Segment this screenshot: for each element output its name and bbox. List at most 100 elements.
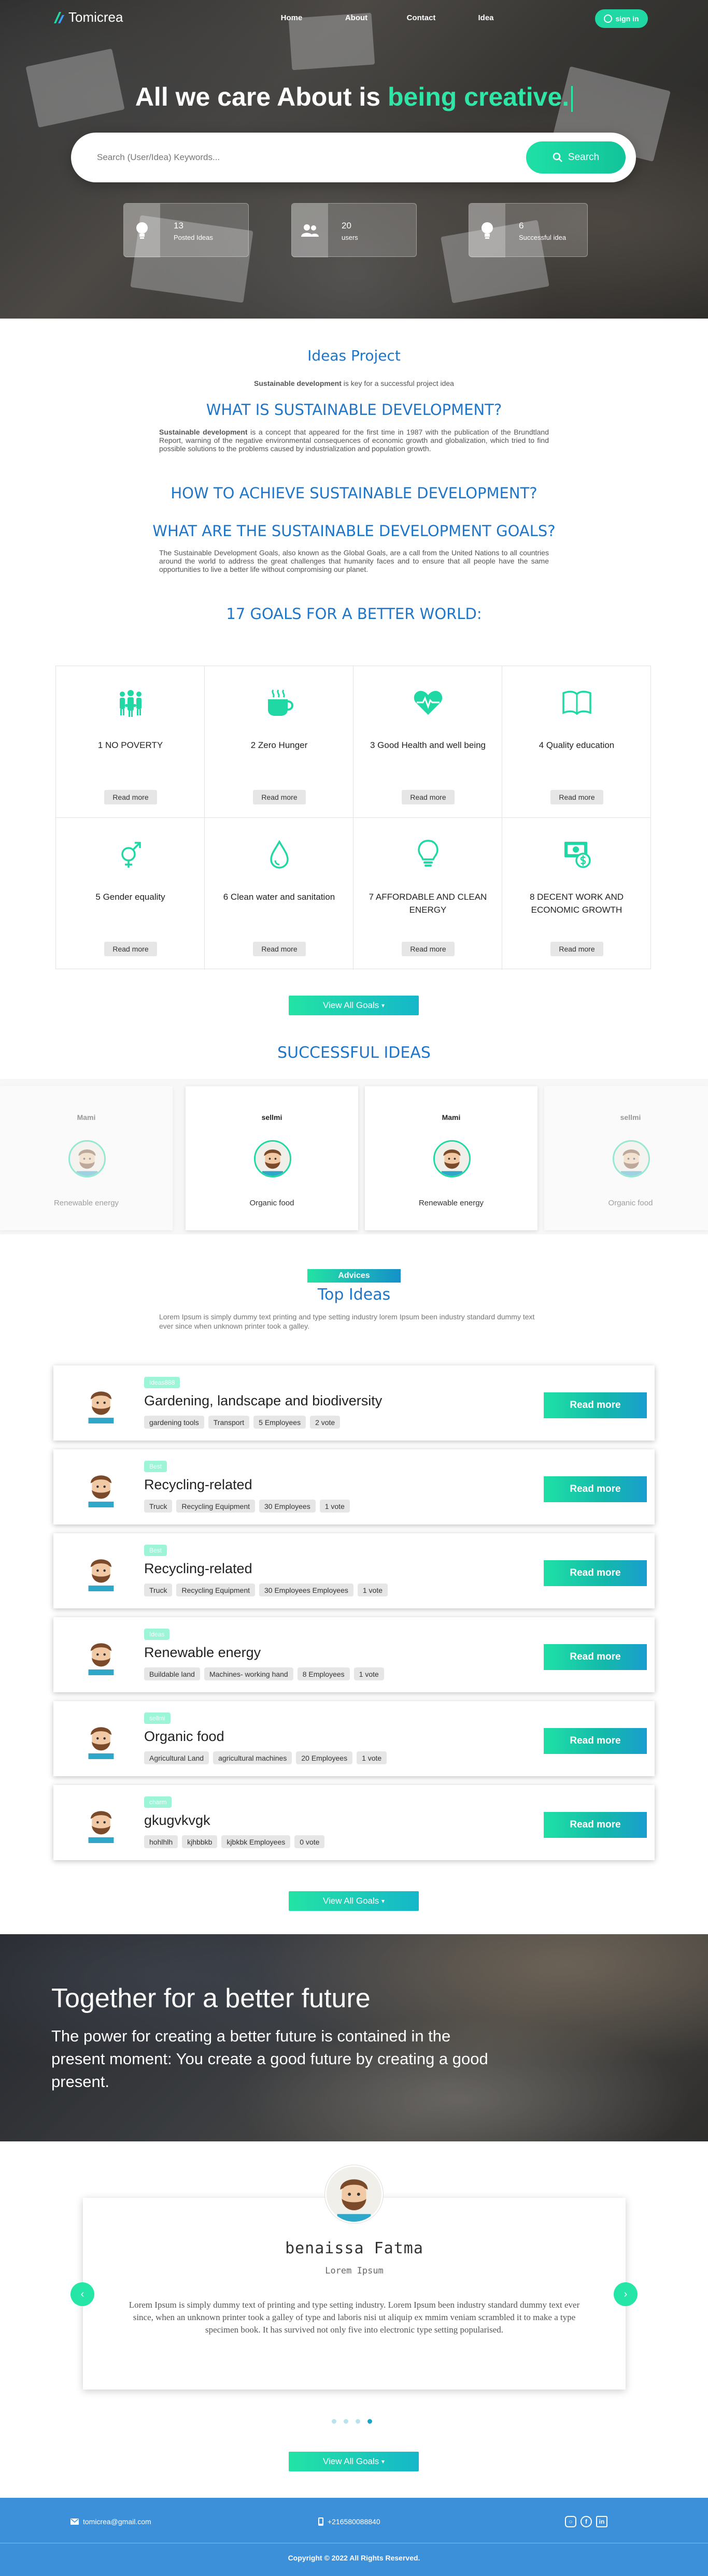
read-more-button[interactable]: Read more (550, 942, 603, 956)
idea-category: Renewable energy (53, 1199, 119, 1207)
goal-name: 4 Quality education (539, 740, 615, 750)
goal-card: 6 Clean water and sanitation Read more (205, 818, 353, 970)
search-button[interactable]: Search (526, 141, 626, 174)
idea-tag: 30 Employees (259, 1500, 316, 1513)
idea-owner: Mami (77, 1113, 96, 1121)
read-more-button[interactable]: Read more (544, 1728, 647, 1754)
read-more-button[interactable]: Read more (544, 1644, 647, 1670)
idea-tags: Agricultural Land agricultural machines 20… (144, 1751, 387, 1764)
stat-value: 6 (519, 221, 524, 231)
nav-contact[interactable]: Contact (389, 13, 454, 22)
lightbulb-icon (418, 840, 438, 867)
idea-card: Ideas888 Gardening, landscape and biodive… (53, 1365, 655, 1441)
read-more-button[interactable]: Read more (544, 1476, 647, 1502)
search-icon (553, 152, 562, 162)
success-card[interactable]: sellmi Organic food (544, 1086, 708, 1230)
goal-name: 1 NO POVERTY (97, 740, 163, 750)
read-more-button[interactable]: Read more (544, 1392, 647, 1418)
idea-tags: Buildable land Machines- working hand 8 Em… (144, 1667, 384, 1680)
view-all-ideas-button[interactable]: View All Goals ▾ (289, 1891, 419, 1911)
avatar (80, 1382, 122, 1423)
carousel-prev-button[interactable]: ‹ (70, 2282, 94, 2306)
top-ideas-title: Top Ideas (317, 1286, 391, 1304)
stat-posted-ideas: 13 Posted Ideas (123, 203, 249, 257)
idea-title: Organic food (144, 1729, 224, 1744)
logo[interactable]: Tomicrea (52, 9, 123, 25)
idea-category: Renewable energy (418, 1199, 484, 1207)
money-icon (564, 842, 591, 868)
article-subtitle: Sustainable development is key for a suc… (0, 379, 708, 387)
chevron-down-icon: ▾ (381, 1002, 385, 1009)
read-more-button[interactable]: Read more (550, 790, 603, 804)
search-input[interactable] (97, 148, 491, 167)
carousel-dots (332, 2419, 372, 2424)
view-all-label: View All Goals (322, 1000, 379, 1010)
nav-home[interactable]: Home (259, 13, 324, 22)
stat-label: users (342, 234, 358, 241)
read-more-button[interactable]: Read more (544, 1812, 647, 1838)
carousel-dot[interactable] (344, 2419, 348, 2424)
idea-category-badge: Best (144, 1545, 167, 1556)
avatar (613, 1140, 650, 1177)
heading-17-goals: 17 GOALS FOR A BETTER WORLD: (226, 605, 482, 623)
nav-idea[interactable]: Idea (454, 13, 518, 22)
success-card[interactable]: sellmi Organic food (186, 1086, 358, 1230)
hero-title: All we care About is being creative. (0, 82, 708, 112)
goal-name: 7 AFFORDABLE AND CLEAN ENERGY (369, 892, 487, 915)
footer-phone[interactable]: +216580088840 (318, 2517, 380, 2526)
facebook-icon[interactable]: f (580, 2516, 592, 2527)
avatar (80, 1718, 122, 1759)
idea-tag: 1 vote (357, 1584, 388, 1596)
avatar (80, 1466, 122, 1507)
goals-grid: 1 NO POVERTY Read more 2 Zero Hunger Rea… (55, 666, 651, 970)
footer-email[interactable]: tomicrea@gmail.com (70, 2517, 151, 2526)
carousel-dot[interactable] (356, 2419, 360, 2424)
idea-tag: 1 vote (357, 1751, 387, 1764)
carousel-next-button[interactable]: › (614, 2282, 638, 2306)
read-more-button[interactable]: Read more (402, 942, 455, 956)
idea-category-badge: Ideas (144, 1629, 170, 1640)
success-card[interactable]: Mami Renewable energy (365, 1086, 537, 1230)
view-all-goals-button[interactable]: View All Goals ▾ (289, 996, 419, 1015)
hero-section: Tomicrea Home About Contact Idea sign in… (0, 0, 708, 319)
idea-tag: Recycling Equipment (176, 1500, 255, 1513)
read-more-button[interactable]: Read more (544, 1560, 647, 1586)
goal-card: 1 NO POVERTY Read more (56, 666, 205, 818)
open-book-icon (562, 690, 591, 715)
idea-card: Ideas Renewable energy Buildable land Machi… (53, 1617, 655, 1692)
instagram-icon[interactable]: ○ (565, 2516, 576, 2527)
read-more-button[interactable]: Read more (104, 942, 157, 956)
brand-name: Tomicrea (68, 9, 123, 25)
read-more-button[interactable]: Read more (253, 790, 306, 804)
nav-about[interactable]: About (324, 13, 389, 22)
linkedin-icon[interactable]: in (596, 2516, 607, 2527)
success-card[interactable]: Mami Renewable energy (0, 1086, 173, 1230)
read-more-button[interactable]: Read more (104, 790, 157, 804)
idea-owner: sellmi (261, 1113, 282, 1121)
gender-icon (121, 842, 141, 868)
read-more-button[interactable]: Read more (253, 942, 306, 956)
successful-ideas-title: SUCCESSFUL IDEAS (277, 1044, 431, 1062)
read-more-button[interactable]: Read more (402, 790, 455, 804)
advices-badge: Advices (307, 1269, 401, 1283)
idea-title: Gardening, landscape and biodiversity (144, 1393, 383, 1408)
idea-tag: Transport (208, 1416, 250, 1429)
avatar (80, 1634, 122, 1675)
sign-in-button[interactable]: sign in (595, 9, 648, 28)
heading-goals: WHAT ARE THE SUSTAINABLE DEVELOPMENT GOA… (152, 522, 556, 540)
stat-label: Posted Ideas (174, 234, 213, 241)
carousel-dot[interactable] (367, 2419, 372, 2424)
article-subtitle-rest: is key for a successful project idea (341, 379, 454, 387)
water-drop-icon (270, 840, 289, 869)
idea-owner: Mami (442, 1113, 461, 1121)
footer-phone-text: +216580088840 (328, 2517, 380, 2526)
lightbulb-icon (124, 204, 160, 257)
avatar (325, 2165, 383, 2223)
carousel-dot[interactable] (332, 2419, 336, 2424)
view-all-testimonials-button[interactable]: View All Goals ▾ (289, 2452, 419, 2471)
idea-owner: sellmi (620, 1113, 641, 1121)
idea-tag: kjhbbkb (182, 1835, 218, 1848)
future-banner: Together for a better future The power f… (0, 1934, 708, 2141)
idea-card: charm gkugvkvgk hohlhlh kjhbbkb kjbkbk Emplo… (53, 1785, 655, 1860)
idea-tag: Truck (144, 1500, 173, 1513)
